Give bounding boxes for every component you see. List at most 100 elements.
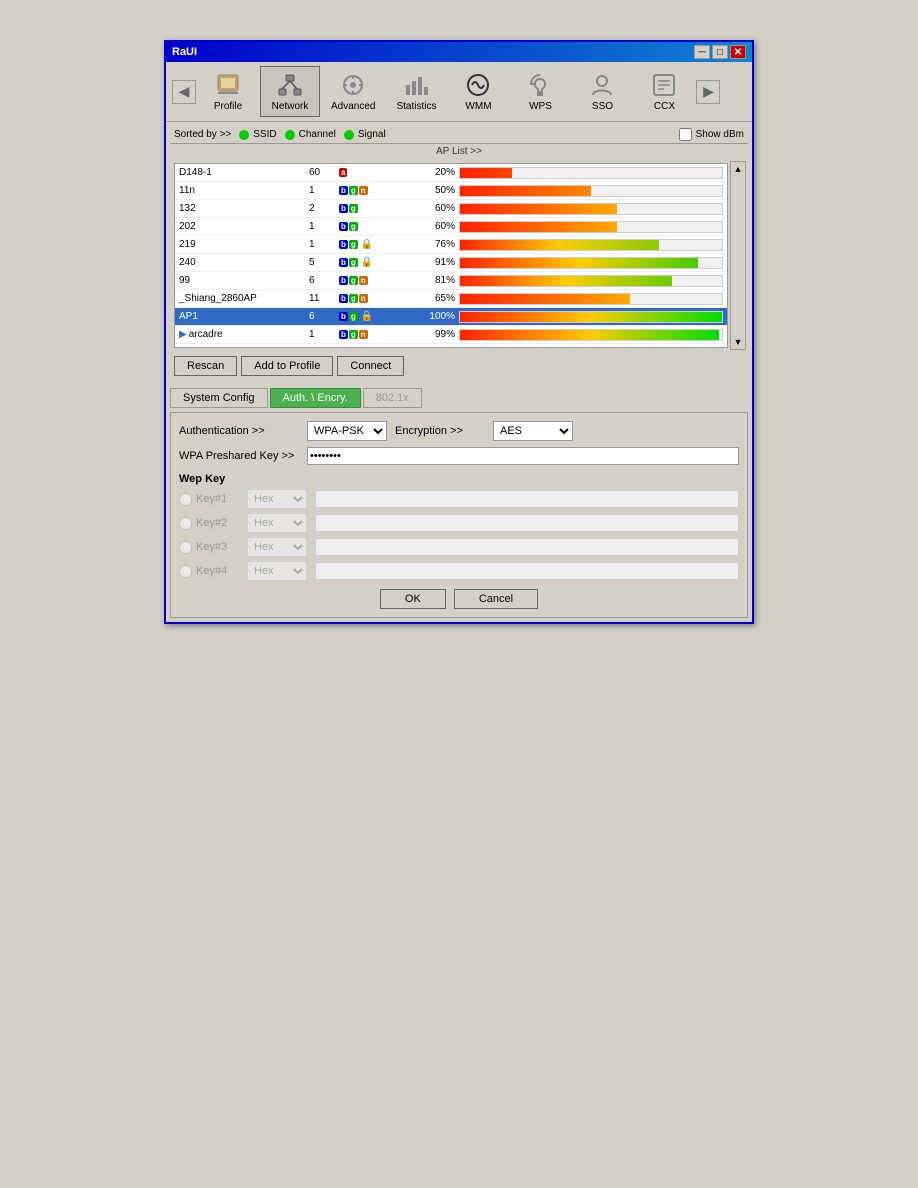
wep-key1-format[interactable]: Hex bbox=[247, 489, 307, 509]
table-row[interactable]: 240 5 bg🔒 91% bbox=[175, 254, 727, 272]
wep-key2-format[interactable]: Hex bbox=[247, 513, 307, 533]
wep-key4-format[interactable]: Hex bbox=[247, 561, 307, 581]
scroll-down-button[interactable]: ▼ bbox=[732, 335, 745, 349]
sso-label: SSO bbox=[592, 101, 613, 112]
wmm-label: WMM bbox=[465, 101, 491, 112]
wep-key1-input[interactable] bbox=[315, 490, 739, 508]
wmm-icon bbox=[464, 71, 492, 99]
toolbar: ◀ Profile Network Advanced Statistics bbox=[166, 62, 752, 122]
encr-select[interactable]: AES bbox=[493, 421, 573, 441]
wep-key2-label: Key#2 bbox=[196, 517, 227, 529]
toolbar-item-statistics[interactable]: Statistics bbox=[386, 66, 446, 117]
cancel-button[interactable]: Cancel bbox=[454, 589, 538, 609]
table-row[interactable]: _Shiang_2860AP 11 bgn 65% bbox=[175, 290, 727, 308]
toolbar-item-ccx[interactable]: CCX bbox=[634, 66, 694, 117]
toolbar-item-wps[interactable]: WPS bbox=[510, 66, 570, 117]
add-to-profile-button[interactable]: Add to Profile bbox=[241, 356, 333, 376]
ccx-icon bbox=[650, 71, 678, 99]
statistics-icon bbox=[402, 71, 430, 99]
wep-key4-row: Key#4 Hex bbox=[179, 561, 739, 581]
wep-key4-input[interactable] bbox=[315, 562, 739, 580]
ap-header: Sorted by >> SSID Channel Signal Show dB… bbox=[170, 126, 748, 144]
ap-list-title: AP List >> bbox=[170, 144, 748, 159]
table-row[interactable]: 202 1 bg 60% bbox=[175, 218, 727, 236]
show-dbm-label: Show dBm bbox=[696, 129, 744, 140]
profile-label: Profile bbox=[214, 101, 242, 112]
show-dbm-checkbox[interactable] bbox=[679, 128, 692, 141]
show-dbm-area: Show dBm bbox=[679, 128, 744, 141]
wep-key2-row: Key#2 Hex bbox=[179, 513, 739, 533]
toolbar-item-sso[interactable]: SSO bbox=[572, 66, 632, 117]
toolbar-item-profile[interactable]: Profile bbox=[198, 66, 258, 117]
signal-dot bbox=[344, 130, 354, 140]
wep-key2-radio[interactable] bbox=[179, 517, 192, 530]
table-row[interactable]: 132 2 bg 60% bbox=[175, 200, 727, 218]
title-bar: RaUI ─ □ ✕ bbox=[166, 42, 752, 62]
table-row[interactable]: AP1 6 bg🔒 100% bbox=[175, 308, 727, 326]
toolbar-item-wmm[interactable]: WMM bbox=[448, 66, 508, 117]
window-title: RaUI bbox=[172, 46, 197, 58]
minimize-button[interactable]: ─ bbox=[694, 45, 710, 59]
ap-list[interactable]: D148-1 60 a 20% 11n 1 bgn 50% 132 bbox=[174, 163, 728, 348]
wep-key3-row: Key#3 Hex bbox=[179, 537, 739, 557]
rescan-button[interactable]: Rescan bbox=[174, 356, 237, 376]
signal-header: Signal bbox=[344, 129, 386, 140]
table-row[interactable]: 11n 1 bgn 50% bbox=[175, 182, 727, 200]
psk-input[interactable] bbox=[307, 447, 739, 465]
auth-label: Authentication >> bbox=[179, 425, 299, 437]
wep-section-title: Wep Key bbox=[179, 473, 739, 485]
sorted-by-label: Sorted by >> bbox=[174, 129, 231, 140]
tab-system-config[interactable]: System Config bbox=[170, 388, 268, 408]
auth-row: Authentication >> WPA-PSK Encryption >> … bbox=[179, 421, 739, 441]
config-tabs: System Config Auth. \ Encry. 802.1x bbox=[166, 384, 752, 408]
ap-buttons: Rescan Add to Profile Connect bbox=[170, 352, 748, 380]
statistics-label: Statistics bbox=[396, 101, 436, 112]
connect-button[interactable]: Connect bbox=[337, 356, 404, 376]
profile-icon bbox=[214, 71, 242, 99]
advanced-icon bbox=[339, 71, 367, 99]
wep-key2-input[interactable] bbox=[315, 514, 739, 532]
wep-key1-label: Key#1 bbox=[196, 493, 227, 505]
close-button[interactable]: ✕ bbox=[730, 45, 746, 59]
wep-key4-label: Key#4 bbox=[196, 565, 227, 577]
sso-icon bbox=[588, 71, 616, 99]
back-button[interactable]: ◀ bbox=[172, 80, 196, 104]
wep-key1-row: Key#1 Hex bbox=[179, 489, 739, 509]
network-icon bbox=[276, 71, 304, 99]
toolbar-item-network[interactable]: Network bbox=[260, 66, 320, 117]
maximize-button[interactable]: □ bbox=[712, 45, 728, 59]
channel-header: Channel bbox=[285, 129, 336, 140]
wps-label: WPS bbox=[529, 101, 552, 112]
scroll-up-button[interactable]: ▲ bbox=[732, 162, 745, 176]
tab-auth-encry[interactable]: Auth. \ Encry. bbox=[270, 388, 361, 408]
wep-key1-radio[interactable] bbox=[179, 493, 192, 506]
wep-key4-radio[interactable] bbox=[179, 565, 192, 578]
channel-dot bbox=[285, 130, 295, 140]
psk-label: WPA Preshared Key >> bbox=[179, 450, 299, 462]
network-label: Network bbox=[272, 101, 309, 112]
ssid-dot bbox=[239, 130, 249, 140]
wep-key3-radio[interactable] bbox=[179, 541, 192, 554]
wep-key3-input[interactable] bbox=[315, 538, 739, 556]
wep-key3-format[interactable]: Hex bbox=[247, 537, 307, 557]
table-row[interactable]: ▶ arcadre 1 bgn 99% bbox=[175, 326, 727, 344]
title-bar-buttons: ─ □ ✕ bbox=[694, 45, 746, 59]
advanced-label: Advanced bbox=[331, 101, 375, 112]
table-row[interactable]: 99 6 bgn 81% bbox=[175, 272, 727, 290]
wep-key3-label: Key#3 bbox=[196, 541, 227, 553]
ok-cancel-area: OK Cancel bbox=[179, 589, 739, 609]
ap-section: Sorted by >> SSID Channel Signal Show dB… bbox=[166, 122, 752, 384]
table-row[interactable]: 219 1 bg🔒 76% bbox=[175, 236, 727, 254]
ccx-label: CCX bbox=[654, 101, 675, 112]
auth-select[interactable]: WPA-PSK bbox=[307, 421, 387, 441]
encr-label: Encryption >> bbox=[395, 425, 485, 437]
config-panel: Authentication >> WPA-PSK Encryption >> … bbox=[170, 412, 748, 618]
ok-button[interactable]: OK bbox=[380, 589, 446, 609]
main-window: RaUI ─ □ ✕ ◀ Profile Network Advanced bbox=[164, 40, 754, 624]
ssid-header: SSID bbox=[239, 129, 276, 140]
toolbar-item-advanced[interactable]: Advanced bbox=[322, 66, 384, 117]
forward-button[interactable]: ▶ bbox=[696, 80, 720, 104]
psk-row: WPA Preshared Key >> bbox=[179, 447, 739, 465]
tab-802-1x[interactable]: 802.1x bbox=[363, 388, 422, 408]
table-row[interactable]: D148-1 60 a 20% bbox=[175, 164, 727, 182]
